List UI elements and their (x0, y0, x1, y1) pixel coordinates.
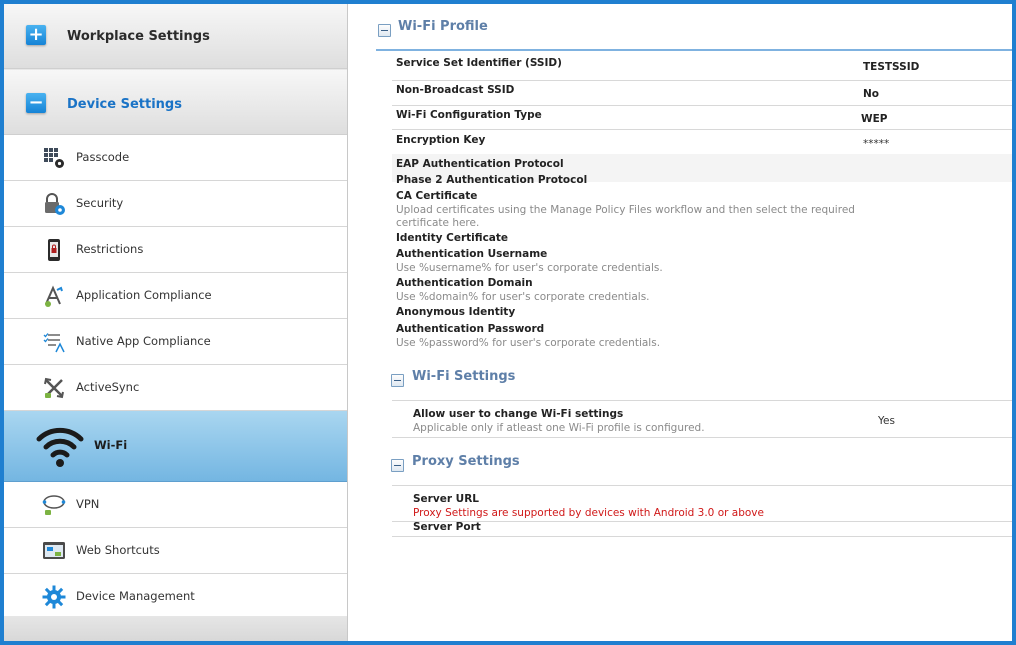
sidebar-item-label: Web Shortcuts (76, 543, 160, 557)
authentication-password-hint: Use %password% for user's corporate cred… (396, 337, 661, 349)
non-broadcast-ssid-label: Non-Broadcast SSID (396, 84, 515, 96)
divider (392, 536, 1012, 537)
keypad-gear-icon (44, 148, 64, 168)
divider (392, 400, 1012, 401)
sidebar-item-activesync[interactable]: ActiveSync (4, 365, 347, 411)
divider (392, 105, 1012, 106)
divider (392, 437, 1012, 438)
server-port-label: Server Port (413, 521, 481, 533)
authentication-username-hint: Use %username% for user's corporate cred… (396, 262, 663, 274)
allow-change-wifi-settings-hint: Applicable only if atleast one Wi-Fi pro… (413, 422, 705, 434)
ssid-value: TESTSSID (863, 61, 920, 73)
sidebar-item-restrictions[interactable]: Restrictions (4, 227, 347, 273)
wifi-configuration-type-value: WEP (861, 113, 888, 125)
sidebar-item-device-management[interactable]: Device Management (4, 574, 347, 620)
authentication-username-label: Authentication Username (396, 248, 548, 260)
sidebar-item-label: Passcode (76, 150, 130, 164)
app-frame: + Workplace Settings − Device Settings P… (4, 4, 1012, 641)
sidebar-item-label: Security (76, 196, 124, 210)
ca-certificate-label: CA Certificate (396, 190, 478, 202)
server-url-hint: Proxy Settings are supported by devices … (413, 507, 764, 519)
sidebar-item-security[interactable]: Security (4, 181, 347, 227)
eap-authentication-protocol-label: EAP Authentication Protocol (396, 158, 564, 170)
main-content: Wi-Fi Profile Service Set Identifier (SS… (348, 4, 1012, 641)
phone-lock-icon (48, 239, 60, 261)
checklist-app-icon (43, 333, 65, 353)
sidebar-item-passcode[interactable]: Passcode (4, 135, 347, 181)
server-url-label: Server URL (413, 493, 479, 505)
expand-icon[interactable]: + (26, 25, 46, 45)
ca-certificate-hint: Upload certificates using the Manage Pol… (396, 204, 855, 229)
sidebar-item-label: Wi-Fi (94, 438, 128, 452)
divider (376, 49, 1012, 51)
web-shortcut-icon (43, 542, 65, 559)
phase2-authentication-protocol-label: Phase 2 Authentication Protocol (396, 174, 588, 186)
allow-change-wifi-settings-value: Yes (878, 415, 895, 427)
authentication-password-label: Authentication Password (396, 323, 545, 335)
section-title: Workplace Settings (67, 29, 210, 44)
encryption-key-value: ***** (863, 138, 890, 150)
sidebar-item-label: Application Compliance (76, 288, 212, 302)
sidebar-item-label: Native App Compliance (76, 334, 211, 348)
sidebar-item-web-shortcuts[interactable]: Web Shortcuts (4, 528, 347, 574)
wifi-configuration-type-label: Wi-Fi Configuration Type (396, 109, 542, 121)
collapse-proxy-settings-icon[interactable] (391, 459, 404, 472)
gear-icon (42, 585, 66, 609)
section-device-settings[interactable]: − Device Settings (4, 70, 347, 135)
encryption-key-label: Encryption Key (396, 134, 486, 146)
divider (392, 80, 1012, 81)
sidebar-item-vpn[interactable]: VPN (4, 482, 347, 528)
sidebar-footer (4, 616, 347, 641)
identity-certificate-label: Identity Certificate (396, 232, 509, 244)
section-title: Device Settings (67, 97, 182, 112)
section-workplace-settings[interactable]: + Workplace Settings (4, 4, 347, 69)
sidebar-item-label: ActiveSync (76, 380, 140, 394)
ssid-label: Service Set Identifier (SSID) (396, 57, 562, 69)
allow-change-wifi-settings-label: Allow user to change Wi-Fi settings (413, 408, 624, 420)
anonymous-identity-label: Anonymous Identity (396, 306, 516, 318)
divider (392, 521, 1012, 522)
authentication-domain-label: Authentication Domain (396, 277, 533, 289)
app-compliance-icon (45, 285, 63, 307)
collapse-wifi-settings-icon[interactable] (391, 374, 404, 387)
vpn-icon (42, 495, 66, 515)
lock-gear-icon (45, 193, 65, 215)
divider (392, 485, 1012, 486)
authentication-domain-hint: Use %domain% for user's corporate creden… (396, 291, 650, 303)
divider (392, 129, 1012, 130)
sidebar-item-wifi[interactable]: Wi-Fi (4, 411, 347, 482)
device-settings-menu: Passcode Security Restrictions Applicati… (4, 135, 347, 620)
collapse-icon[interactable]: − (26, 93, 46, 113)
collapse-wifi-profile-icon[interactable] (378, 24, 391, 37)
wifi-profile-title: Wi-Fi Profile (398, 19, 488, 34)
sidebar-item-label: Restrictions (76, 242, 144, 256)
non-broadcast-ssid-value: No (863, 88, 880, 100)
sidebar-item-application-compliance[interactable]: Application Compliance (4, 273, 347, 319)
proxy-settings-title: Proxy Settings (412, 454, 520, 469)
sidebar-item-label: Device Management (76, 589, 195, 603)
sidebar-item-label: VPN (76, 497, 100, 511)
sidebar-item-native-app-compliance[interactable]: Native App Compliance (4, 319, 347, 365)
wifi-icon (36, 427, 84, 467)
wifi-settings-title: Wi-Fi Settings (412, 369, 516, 384)
sidebar: + Workplace Settings − Device Settings P… (4, 4, 348, 641)
activesync-icon (44, 377, 64, 399)
